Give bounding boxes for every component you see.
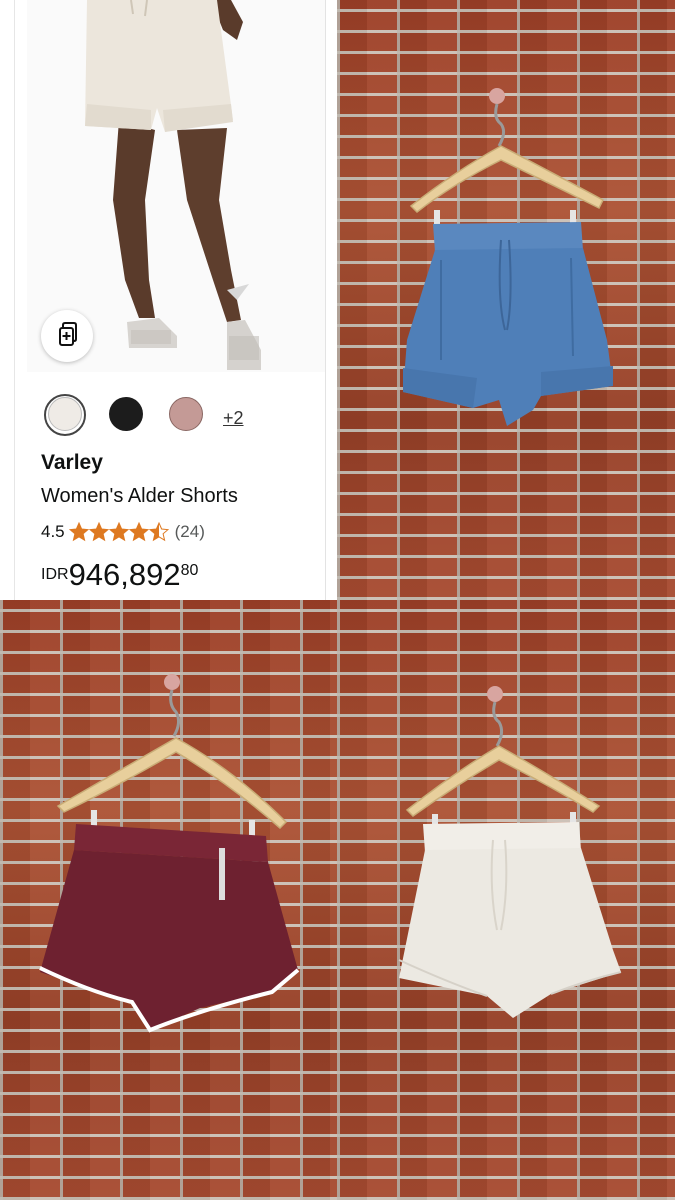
price-currency: IDR: [41, 566, 69, 583]
previous-card-edge: [0, 0, 15, 600]
burgundy-shorts-on-hanger-image: [39, 674, 300, 1033]
more-colors-link[interactable]: +2: [223, 408, 244, 429]
card-divider: [325, 0, 326, 600]
photo-blue-shorts: [337, 0, 675, 600]
rating-count: (24): [174, 522, 205, 541]
rating-row[interactable]: 4.5 (24): [41, 522, 205, 542]
product-card[interactable]: +2 Varley Women's Alder Shorts 4.5 (24) …: [0, 0, 337, 600]
price: IDR 946,892 80: [41, 558, 198, 592]
rating-stars: [69, 522, 169, 542]
share-icon: [54, 321, 80, 352]
price-whole: 946,892: [68, 557, 181, 592]
product-title[interactable]: Women's Alder Shorts: [41, 485, 238, 508]
star-icons: [69, 522, 169, 541]
product-brand[interactable]: Varley: [41, 451, 103, 475]
photo-burgundy-shorts: [0, 600, 337, 1200]
color-swatch-black[interactable]: [109, 397, 143, 431]
photo-cream-shorts: [337, 600, 675, 1200]
color-swatch-cream[interactable]: [48, 397, 82, 431]
cream-shorts-on-hanger-image: [398, 686, 622, 1018]
share-button[interactable]: [41, 310, 93, 362]
price-fraction: 80: [180, 562, 199, 579]
blue-shorts-on-hanger-image: [403, 88, 613, 426]
rating-value: 4.5: [41, 522, 65, 541]
color-swatch-mauve[interactable]: [169, 397, 203, 431]
